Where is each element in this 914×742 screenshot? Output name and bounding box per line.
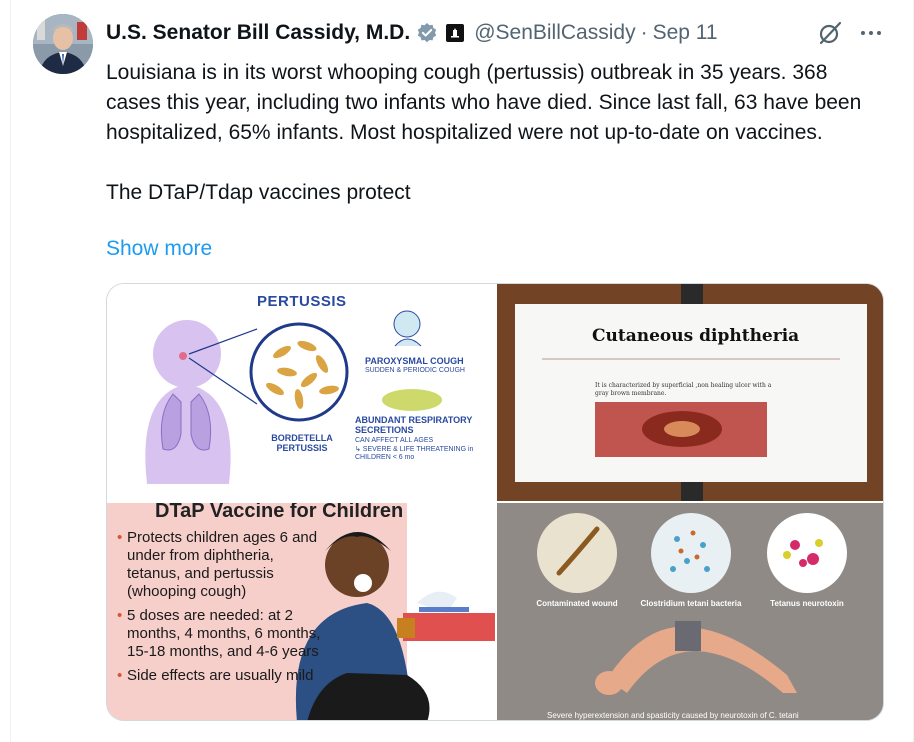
diphtheria-description: It is characterized by superficial ,non … — [595, 382, 772, 397]
tetanus-caption-wound: Contaminated wound — [536, 599, 618, 608]
verified-badge-icon[interactable] — [416, 22, 438, 44]
tweet-header: U.S. Senator Bill Cassidy, M.D. @SenBill… — [106, 18, 718, 48]
author-name[interactable]: U.S. Senator Bill Cassidy, M.D. — [106, 21, 410, 45]
cough-sub-label: SUDDEN & PERIODIC COUGH — [365, 367, 465, 374]
media-pertussis-image[interactable]: PERTUSSIS PAROXYSMAL COUGH SUDDEN & PERI… — [107, 284, 495, 501]
tweet-date[interactable]: Sep 11 — [653, 21, 718, 45]
tetanus-caption-bacteria: Clostridium tetani bacteria — [640, 599, 742, 608]
government-building-icon[interactable] — [446, 24, 465, 42]
grok-icon[interactable] — [817, 20, 843, 46]
dtap-bullet: Protects children ages 6 and under from … — [117, 529, 327, 601]
media-diphtheria-image[interactable]: Cutaneous diphtheria It is characterized… — [497, 284, 883, 501]
media-tetanus-image[interactable]: Contaminated wound Clostridium tetani ba… — [497, 503, 883, 720]
tweet-text: Louisiana is in its worst whooping cough… — [106, 58, 876, 208]
separator-dot: · — [640, 21, 648, 44]
more-options-icon[interactable] — [858, 21, 884, 45]
show-more-link[interactable]: Show more — [106, 234, 212, 264]
dtap-bullet-list: Protects children ages 6 and under from … — [117, 529, 327, 691]
media-dtap-image[interactable]: DTaP Vaccine for Children Protects child… — [107, 503, 495, 720]
author-avatar[interactable] — [33, 14, 93, 74]
tetanus-caption-neurotoxin: Tetanus neurotoxin — [770, 599, 844, 608]
tweet-text-paragraph-1: Louisiana is in its worst whooping cough… — [106, 61, 862, 144]
tetanus-bottom-caption: Severe hyperextension and spasticity cau… — [547, 711, 799, 720]
secretions-label: ABUNDANT RESPIRATORY SECRETIONS — [355, 415, 473, 435]
pertussis-title: PERTUSSIS — [257, 293, 347, 310]
media-grid: PERTUSSIS PAROXYSMAL COUGH SUDDEN & PERI… — [106, 283, 884, 721]
dtap-title: DTaP Vaccine for Children — [155, 503, 404, 522]
bacteria-label: BORDETELLA PERTUSSIS — [271, 433, 333, 453]
tweet-text-paragraph-2: The DTaP/Tdap vaccines protect — [106, 181, 411, 204]
ages-note: CAN AFFECT ALL AGES — [355, 437, 434, 444]
cough-label: PAROXYSMAL COUGH — [365, 356, 464, 366]
dtap-bullet: Side effects are usually mild — [117, 667, 327, 685]
dtap-bullet: 5 doses are needed: at 2 months, 4 month… — [117, 607, 327, 661]
author-handle[interactable]: @SenBillCassidy — [474, 21, 635, 45]
severe-note: ↳ SEVERE & LIFE THREATENING in CHILDREN … — [355, 446, 474, 461]
diphtheria-title: Cutaneous diphtheria — [592, 326, 800, 346]
